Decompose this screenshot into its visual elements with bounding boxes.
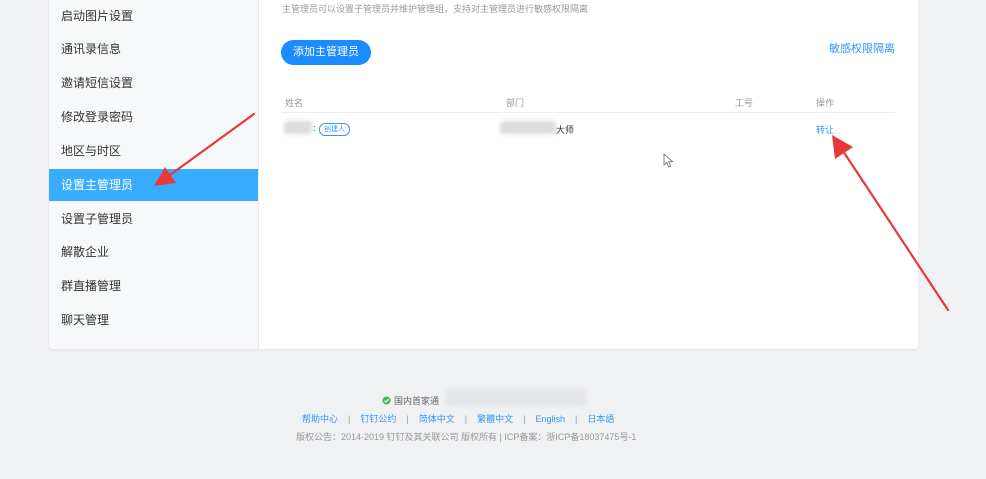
help-center-link[interactable]: 帮助中心 (302, 414, 338, 424)
sidebar-item-invite-sms[interactable]: 邀请短信设置 (49, 67, 258, 99)
sidebar: 启动图片设置 通讯录信息 邀请短信设置 修改登录密码 地区与时区 设置主管理员 … (49, 0, 259, 349)
creator-badge: 创建人 (319, 123, 350, 136)
simplified-chinese-link[interactable]: 简体中文 (419, 414, 455, 424)
english-link[interactable]: English (535, 414, 565, 424)
column-header-action: 操作 (816, 98, 835, 108)
page-description: 主管理员可以设置子管理员并维护管理组，支持对主管理员进行敏感权限隔离 (282, 4, 589, 14)
footer-links: 帮助中心 | 钉钉公约 | 简体中文 | 繁體中文 | English | 日本語 (302, 414, 615, 424)
footer-trust-line: 国内首家通 (382, 394, 439, 407)
trust-text: 国内首家通 (394, 396, 440, 406)
sidebar-item-startup-image[interactable]: 启动图片设置 (49, 0, 258, 32)
main-panel: 主管理员可以设置子管理员并维护管理组，支持对主管理员进行敏感权限隔离 添加主管理… (259, 0, 918, 349)
redacted-department (500, 121, 556, 134)
column-header-employee-id: 工号 (735, 98, 754, 108)
mouse-cursor-icon (663, 153, 674, 168)
shield-check-icon (382, 396, 391, 405)
settings-card: 启动图片设置 通讯录信息 邀请短信设置 修改登录密码 地区与时区 设置主管理员 … (49, 0, 918, 349)
japanese-link[interactable]: 日本語 (587, 414, 614, 424)
add-main-admin-button[interactable]: 添加主管理员 (281, 40, 371, 65)
sidebar-item-main-admin[interactable]: 设置主管理员 (49, 169, 258, 201)
redacted-footer-text (446, 389, 586, 406)
sidebar-item-chat-management[interactable]: 聊天管理 (49, 304, 258, 336)
copyright-text: 版权公告：2014-2019 钉钉及其关联公司 版权所有 | ICP备案：浙IC… (296, 432, 637, 442)
sidebar-item-change-password[interactable]: 修改登录密码 (49, 101, 258, 133)
column-header-name: 姓名 (285, 98, 304, 108)
sidebar-item-contacts-info[interactable]: 通讯录信息 (49, 33, 258, 65)
column-header-department: 部门 (506, 98, 525, 108)
sidebar-item-dissolve-company[interactable]: 解散企业 (49, 236, 258, 268)
redacted-name (284, 121, 312, 134)
name-suffix: : (313, 123, 316, 133)
sensitive-permission-link[interactable]: 敏感权限隔离 (829, 40, 895, 56)
table-header-divider (282, 112, 895, 113)
sidebar-item-region-timezone[interactable]: 地区与时区 (49, 135, 258, 167)
traditional-chinese-link[interactable]: 繁體中文 (477, 414, 513, 424)
department-suffix: 大师 (556, 125, 575, 135)
dingtalk-convention-link[interactable]: 钉钉公约 (360, 414, 396, 424)
sidebar-item-sub-admin[interactable]: 设置子管理员 (49, 203, 258, 235)
sidebar-item-group-live[interactable]: 群直播管理 (49, 270, 258, 302)
transfer-link[interactable]: 转让 (816, 123, 834, 136)
